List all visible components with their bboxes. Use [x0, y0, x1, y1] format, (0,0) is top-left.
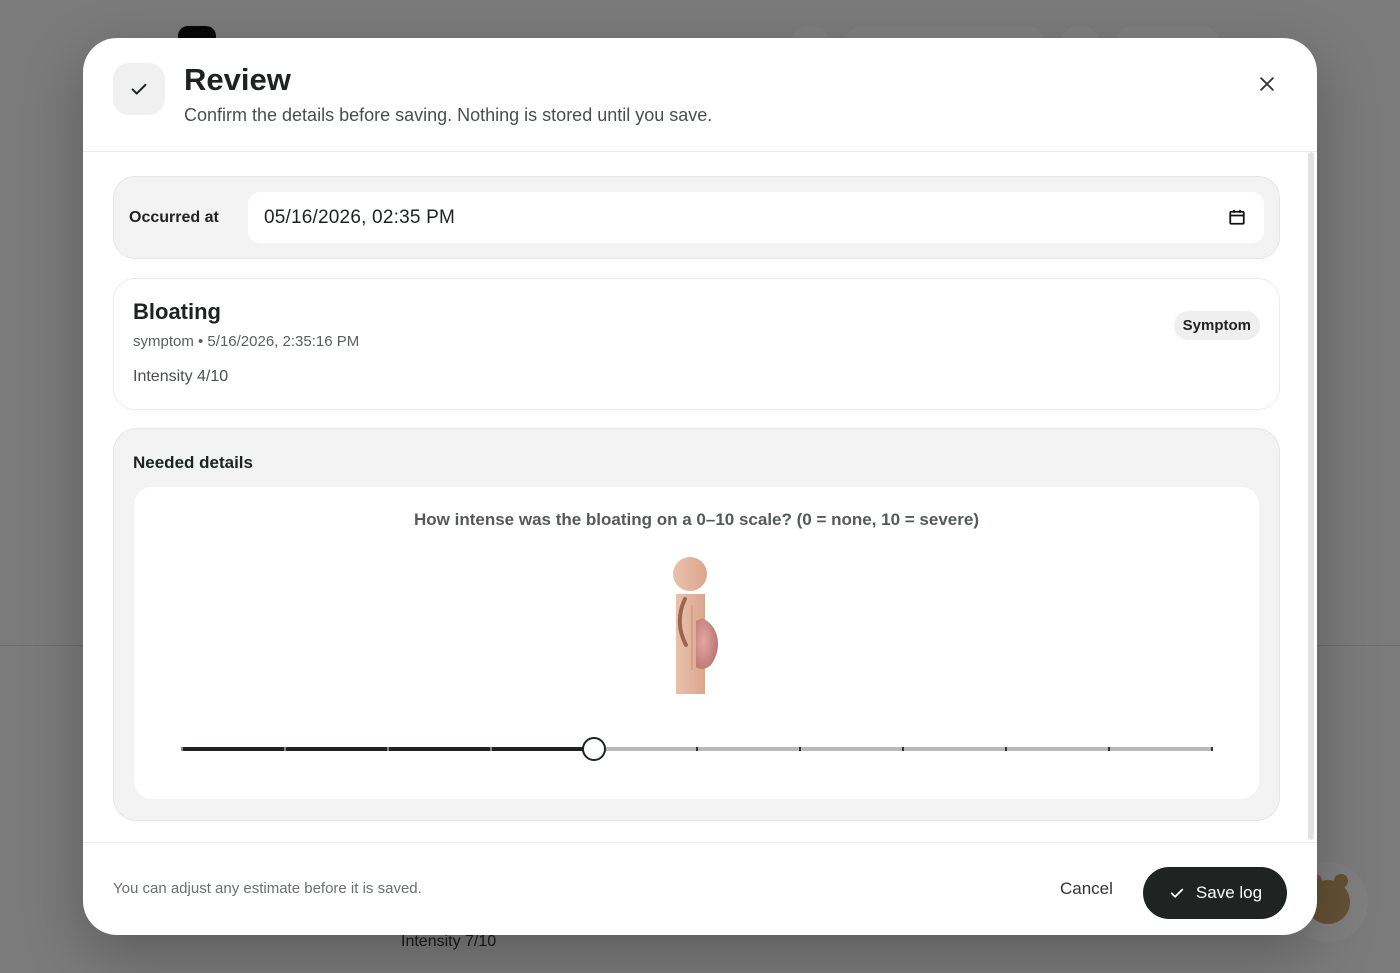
dialog-footer: You can adjust any estimate before it is… — [83, 842, 1317, 935]
slider-tick — [1108, 747, 1110, 751]
occurred-at-input[interactable]: 05/16/2026, 02:35 PM — [248, 192, 1264, 243]
needed-details-card: Needed details How intense was the bloat… — [113, 428, 1280, 821]
slider-tick — [181, 747, 183, 751]
bloating-figure-icon — [673, 557, 718, 694]
question-card: How intense was the bloating on a 0–10 s… — [134, 487, 1259, 799]
slider-tick — [696, 747, 698, 751]
entry-type-badge: Symptom — [1173, 311, 1260, 340]
footer-note: You can adjust any estimate before it is… — [113, 880, 422, 897]
entry-title: Bloating — [133, 299, 221, 324]
check-icon — [1170, 888, 1184, 898]
slider-tick — [387, 747, 389, 751]
slider-tick — [284, 747, 286, 751]
slider-tick — [1005, 747, 1007, 751]
occurred-at-card: Occurred at 05/16/2026, 02:35 PM — [113, 176, 1280, 259]
close-button[interactable] — [1251, 68, 1283, 100]
occurred-at-value: 05/16/2026, 02:35 PM — [264, 206, 455, 228]
slider-tick — [1211, 747, 1213, 751]
needed-details-title: Needed details — [133, 453, 253, 472]
occurred-at-label: Occurred at — [129, 209, 219, 226]
entry-meta: symptom • 5/16/2026, 2:35:16 PM — [133, 333, 360, 350]
scrollbar[interactable] — [1308, 152, 1314, 840]
log-entry-card: Bloating symptom • 5/16/2026, 2:35:16 PM… — [113, 278, 1280, 410]
slider-tick — [490, 747, 492, 751]
slider-tick — [799, 747, 801, 751]
slider-thumb[interactable] — [582, 737, 606, 761]
entry-intensity: Intensity 4/10 — [133, 368, 229, 385]
close-icon — [1260, 77, 1274, 91]
save-log-button[interactable]: Save log — [1143, 867, 1287, 919]
intensity-slider[interactable] — [181, 735, 1213, 765]
review-dialog: Review Confirm the details before saving… — [83, 38, 1317, 935]
dialog-title: Review — [184, 62, 291, 97]
calendar-icon[interactable] — [1228, 208, 1246, 232]
cancel-button[interactable]: Cancel — [1045, 869, 1128, 909]
slider-tick — [902, 747, 904, 751]
check-icon — [113, 63, 165, 115]
dialog-body: Occurred at 05/16/2026, 02:35 PM Bloatin… — [83, 152, 1317, 842]
dialog-header: Review Confirm the details before saving… — [83, 38, 1317, 152]
question-text: How intense was the bloating on a 0–10 s… — [414, 510, 979, 529]
dialog-subtitle: Confirm the details before saving. Nothi… — [184, 105, 713, 125]
save-log-label: Save log — [1195, 883, 1263, 902]
